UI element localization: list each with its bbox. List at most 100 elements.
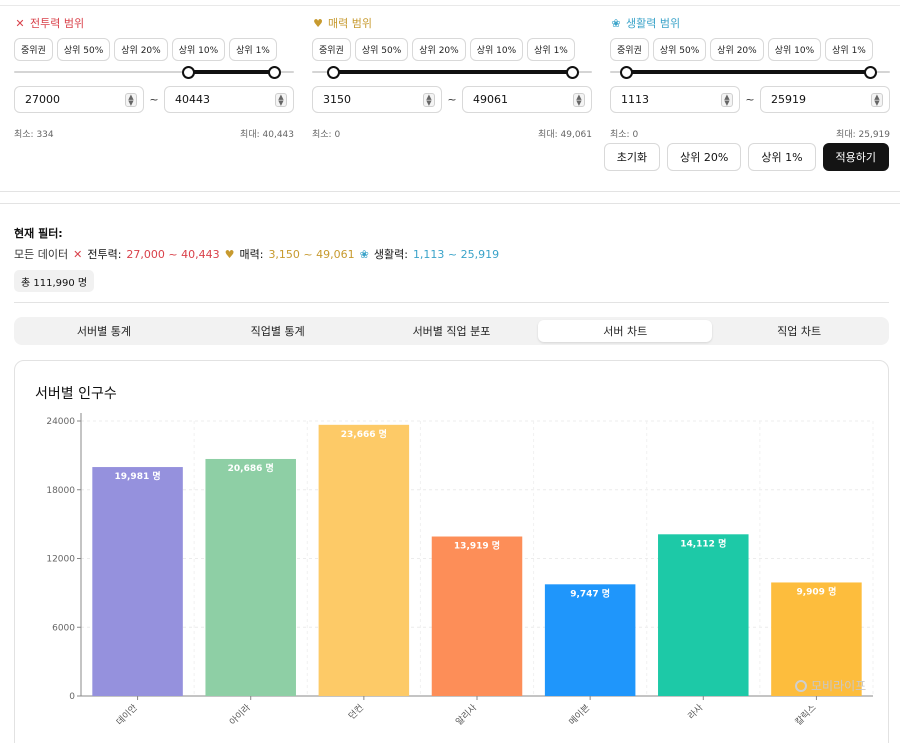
range-separator: ~ — [745, 93, 755, 106]
bar-value-label: 23,666 명 — [341, 428, 387, 440]
charm-preset-mid[interactable]: 중위권 — [312, 38, 351, 61]
combat-slider[interactable] — [14, 66, 294, 79]
life-slider-high-handle[interactable] — [864, 66, 877, 79]
bar-value-label: 14,112 명 — [680, 537, 726, 549]
life-range-title: ❀ 생활력 범위 — [610, 14, 890, 32]
x-tick-label: 던컨 — [346, 702, 365, 721]
life-preset-top1[interactable]: 상위 1% — [825, 38, 873, 61]
combat-preset-mid[interactable]: 중위권 — [14, 38, 53, 61]
charm-high-input[interactable]: 49061 ▲ ▼ — [462, 86, 592, 113]
y-tick-label: 6000 — [52, 623, 75, 633]
crossed-swords-icon: ✕ — [73, 247, 83, 261]
bar-2 — [205, 458, 296, 696]
combat-high-input[interactable]: 40443 ▲ ▼ — [164, 86, 294, 113]
life-low-input[interactable]: 1113 ▲ ▼ — [610, 86, 740, 113]
life-preset-top10[interactable]: 상위 10% — [767, 38, 822, 61]
combat-slider-high-handle[interactable] — [268, 66, 281, 79]
bar-6 — [658, 534, 749, 696]
stepper-icon[interactable]: ▲ ▼ — [573, 92, 585, 107]
reset-button[interactable]: 초기화 — [603, 143, 661, 171]
combat-low-value: 27000 — [25, 93, 60, 106]
tab-server-stats[interactable]: 서버별 통계 — [17, 320, 191, 342]
x-tick-label: 칼릭스 — [792, 702, 818, 728]
heart-hand-icon: ♥ — [313, 16, 323, 30]
life-slider-low-handle[interactable] — [620, 66, 634, 79]
combat-inputs: 27000 ▲ ▼ ~ 40443 ▲ ▼ — [14, 86, 294, 113]
current-filter-summary: 모든 데이터 ✕ 전투력: 27,000 ~ 40,443 ♥ 매력: 3,15… — [14, 246, 499, 262]
stepper-icon[interactable]: ▲ ▼ — [871, 92, 883, 107]
all-data-text: 모든 데이터 — [14, 248, 69, 261]
combat-low-input[interactable]: 27000 ▲ ▼ — [14, 86, 144, 113]
life-range-label: 생활력 범위 — [626, 17, 681, 30]
charm-range-title: ♥ 매력 범위 — [312, 14, 592, 32]
life-filter-label: 생활력: — [373, 248, 408, 261]
population-bar-chart: 0 6000 12000 18000 24000 19,981 명데이안 20,686 명아… — [46, 413, 874, 728]
life-low-value: 1113 — [621, 93, 649, 106]
bar-value-label: 20,686 명 — [228, 462, 274, 474]
life-presets: 중위권 상위 50% 상위 20% 상위 10% 상위 1% — [610, 38, 890, 61]
total-count-badge: 총 111,990 명 — [14, 270, 95, 292]
combat-slider-low-handle[interactable] — [181, 66, 195, 79]
stepper-icon[interactable]: ▲ ▼ — [721, 92, 733, 107]
charm-range-label: 매력 범위 — [328, 17, 372, 30]
charm-preset-top50[interactable]: 상위 50% — [354, 38, 409, 61]
charm-slider-high-handle[interactable] — [566, 66, 579, 79]
top20-button[interactable]: 상위 20% — [667, 143, 742, 171]
top1-button[interactable]: 상위 1% — [748, 143, 816, 171]
tab-server-chart[interactable]: 서버 차트 — [538, 320, 713, 342]
range-separator: ~ — [447, 93, 457, 106]
tab-job-stats[interactable]: 직업별 통계 — [191, 320, 365, 342]
bar-value-label: 19,981 명 — [114, 470, 160, 482]
life-max-text: 최대: 25,919 — [836, 130, 890, 140]
combat-preset-top1[interactable]: 상위 1% — [229, 38, 277, 61]
charm-slider-fill — [333, 70, 572, 74]
life-range: ❀ 생활력 범위 중위권 상위 50% 상위 20% 상위 10% 상위 1% … — [610, 14, 890, 140]
life-filter-value: 1,113 ~ 25,919 — [412, 247, 500, 261]
bar-4 — [431, 536, 523, 696]
life-preset-mid[interactable]: 중위권 — [610, 38, 649, 61]
charm-filter-label: 매력: — [239, 248, 264, 261]
bar-value-label: 13,919 명 — [454, 540, 500, 552]
watermark-text: 모비라이프 — [811, 679, 867, 693]
stepper-icon[interactable]: ▲ ▼ — [423, 92, 435, 107]
life-preset-top20[interactable]: 상위 20% — [710, 38, 764, 61]
charm-preset-top1[interactable]: 상위 1% — [527, 38, 575, 61]
x-tick-label: 라사 — [686, 702, 706, 722]
charm-minmax: 최소: 0 최대: 49,061 — [312, 127, 592, 140]
combat-preset-top10[interactable]: 상위 10% — [171, 38, 226, 61]
combat-filter-label: 전투력: — [87, 248, 122, 261]
tab-job-chart[interactable]: 직업 차트 — [712, 320, 886, 342]
apply-button[interactable]: 적용하기 — [822, 143, 889, 171]
combat-minmax: 최소: 334 최대: 40,443 — [14, 127, 294, 140]
charm-preset-top10[interactable]: 상위 10% — [469, 38, 524, 61]
combat-preset-top20[interactable]: 상위 20% — [114, 38, 168, 61]
tab-server-job-distribution[interactable]: 서버별 직업 분포 — [365, 320, 539, 342]
life-minmax: 최소: 0 최대: 25,919 — [610, 127, 890, 140]
charm-slider[interactable] — [312, 66, 592, 79]
stepper-icon[interactable]: ▲ ▼ — [125, 92, 137, 107]
life-slider[interactable] — [610, 66, 890, 79]
combat-preset-top50[interactable]: 상위 50% — [56, 38, 111, 61]
charm-slider-low-handle[interactable] — [327, 66, 341, 79]
y-tick-label: 18000 — [46, 486, 75, 496]
watermark-logo-icon — [795, 679, 807, 692]
current-filter-label: 현재 필터: — [14, 227, 63, 240]
y-tick-label: 0 — [69, 692, 75, 702]
y-tick-label: 24000 — [46, 417, 75, 427]
charm-preset-top20[interactable]: 상위 20% — [412, 38, 466, 61]
x-tick-label: 아이라 — [227, 702, 253, 728]
crossed-swords-icon: ✕ — [15, 16, 25, 30]
heart-hand-icon: ♥ — [224, 247, 235, 261]
life-high-input[interactable]: 25919 ▲ ▼ — [760, 86, 890, 113]
stepper-icon[interactable]: ▲ ▼ — [275, 92, 287, 107]
combat-slider-fill — [187, 70, 274, 74]
leaf-icon: ❀ — [359, 247, 369, 261]
combat-range-title: ✕ 전투력 범위 — [14, 14, 294, 32]
chart-title: 서버별 인구수 — [35, 386, 117, 402]
range-filter-panel: ✕ 전투력 범위 중위권 상위 50% 상위 20% 상위 10% 상위 1% … — [0, 0, 900, 192]
charm-low-input[interactable]: 3150 ▲ ▼ — [312, 86, 442, 113]
combat-range-label: 전투력 범위 — [30, 17, 85, 30]
life-preset-top50[interactable]: 상위 50% — [652, 38, 707, 61]
y-tick-label: 12000 — [46, 555, 75, 565]
charm-range: ♥ 매력 범위 중위권 상위 50% 상위 20% 상위 10% 상위 1% 3… — [312, 14, 592, 140]
